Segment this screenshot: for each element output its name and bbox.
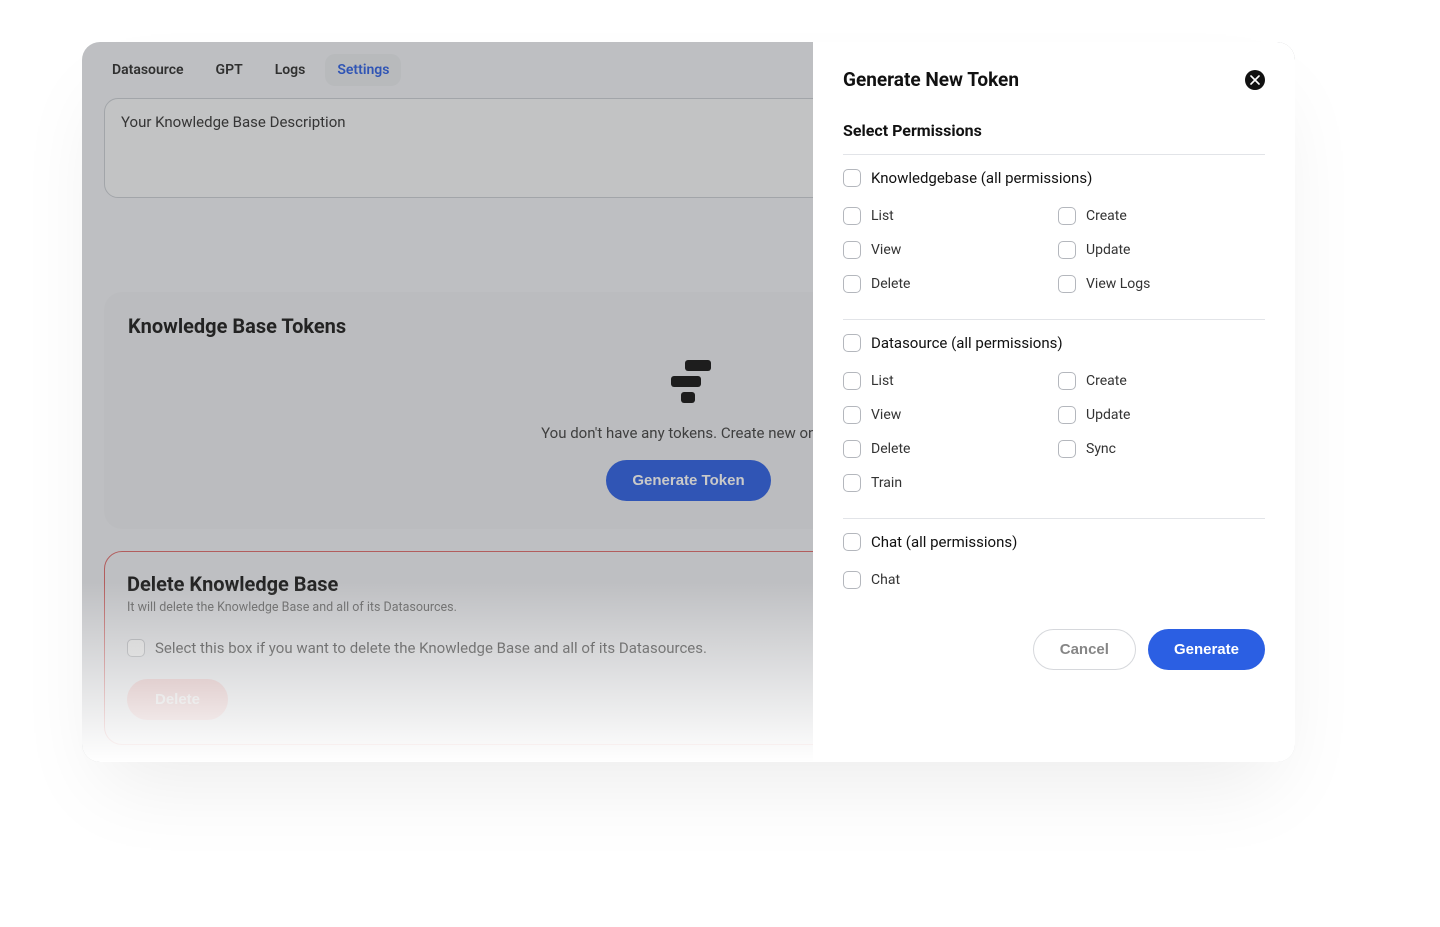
perm-kb-list-checkbox[interactable]: [843, 207, 861, 225]
perm-kb-viewlogs-label: View Logs: [1086, 276, 1150, 292]
perm-chat-chat-checkbox[interactable]: [843, 571, 861, 589]
perm-ds-train-checkbox[interactable]: [843, 474, 861, 492]
perm-chat-chat: Chat: [843, 563, 1054, 597]
perm-all-knowledgebase: Knowledgebase (all permissions): [843, 169, 1265, 187]
perm-all-chat: Chat (all permissions): [843, 533, 1265, 551]
perm-kb-view-checkbox[interactable]: [843, 241, 861, 259]
perm-kb-create-label: Create: [1086, 208, 1127, 224]
drawer-actions: Cancel Generate: [843, 629, 1265, 670]
perm-kb-view-label: View: [871, 242, 901, 258]
token-drawer: Generate New Token Select Permissions Kn…: [813, 42, 1295, 762]
perm-ds-create: Create: [1054, 364, 1265, 398]
perm-ds-create-label: Create: [1086, 373, 1127, 389]
perm-kb-update-label: Update: [1086, 242, 1130, 258]
perm-kb-viewlogs-checkbox[interactable]: [1058, 275, 1076, 293]
perm-ds-update: Update: [1054, 398, 1265, 432]
generate-button[interactable]: Generate: [1148, 629, 1265, 670]
perm-ds-train: Train: [843, 466, 1054, 500]
perm-ds-list-label: List: [871, 373, 894, 389]
drawer-subtitle: Select Permissions: [843, 121, 1265, 140]
perm-ds-view: View: [843, 398, 1054, 432]
perm-ds-update-checkbox[interactable]: [1058, 406, 1076, 424]
app-frame: Datasource GPT Logs Settings Your Knowle…: [82, 42, 1295, 762]
perm-ds-list: List: [843, 364, 1054, 398]
perm-ds-view-label: View: [871, 407, 901, 423]
perm-kb-list-label: List: [871, 208, 894, 224]
perm-ds-delete-checkbox[interactable]: [843, 440, 861, 458]
perm-all-datasource-label: Datasource (all permissions): [871, 334, 1063, 352]
perm-kb-delete-label: Delete: [871, 276, 910, 292]
perm-chat-chat-label: Chat: [871, 572, 900, 588]
perm-kb-delete: Delete: [843, 267, 1054, 301]
perm-ds-list-checkbox[interactable]: [843, 372, 861, 390]
perm-all-chat-label: Chat (all permissions): [871, 533, 1017, 551]
perm-group-chat: Chat (all permissions) Chat: [843, 518, 1265, 601]
perm-kb-list: List: [843, 199, 1054, 233]
perm-kb-create: Create: [1054, 199, 1265, 233]
perm-ds-create-checkbox[interactable]: [1058, 372, 1076, 390]
perm-all-knowledgebase-checkbox[interactable]: [843, 169, 861, 187]
perm-all-datasource: Datasource (all permissions): [843, 334, 1265, 352]
perm-all-datasource-checkbox[interactable]: [843, 334, 861, 352]
perm-ds-sync-label: Sync: [1086, 441, 1116, 457]
perm-group-knowledgebase: Knowledgebase (all permissions) List Cre…: [843, 154, 1265, 305]
perm-all-chat-checkbox[interactable]: [843, 533, 861, 551]
perm-ds-delete: Delete: [843, 432, 1054, 466]
perm-kb-view: View: [843, 233, 1054, 267]
perm-group-datasource: Datasource (all permissions) List Create…: [843, 319, 1265, 504]
close-icon[interactable]: [1245, 70, 1265, 90]
perm-ds-sync-checkbox[interactable]: [1058, 440, 1076, 458]
perm-ds-view-checkbox[interactable]: [843, 406, 861, 424]
cancel-button[interactable]: Cancel: [1033, 629, 1136, 670]
perm-kb-update-checkbox[interactable]: [1058, 241, 1076, 259]
perm-all-knowledgebase-label: Knowledgebase (all permissions): [871, 169, 1092, 187]
perm-kb-update: Update: [1054, 233, 1265, 267]
perm-kb-viewlogs: View Logs: [1054, 267, 1265, 301]
perm-kb-create-checkbox[interactable]: [1058, 207, 1076, 225]
perm-kb-delete-checkbox[interactable]: [843, 275, 861, 293]
perm-ds-sync: Sync: [1054, 432, 1265, 466]
drawer-header: Generate New Token: [843, 68, 1265, 91]
perm-ds-update-label: Update: [1086, 407, 1130, 423]
perm-ds-train-label: Train: [871, 475, 902, 491]
drawer-title: Generate New Token: [843, 68, 1019, 91]
perm-ds-delete-label: Delete: [871, 441, 910, 457]
